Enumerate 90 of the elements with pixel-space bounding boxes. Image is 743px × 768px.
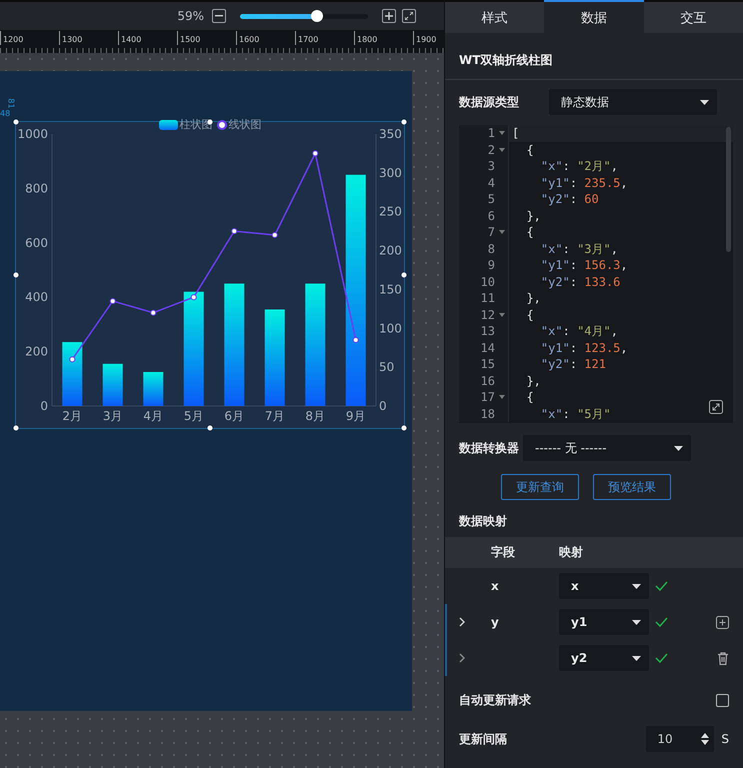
ruler-label: 1500 bbox=[177, 31, 236, 45]
guide-label: 81 bbox=[6, 98, 16, 109]
code-line: "y1": 123.5, bbox=[540, 340, 628, 356]
ruler-label: 1700 bbox=[295, 31, 354, 45]
axis-tick-label: 800 bbox=[25, 181, 48, 196]
axis-tick-label: 0 bbox=[40, 399, 48, 413]
action-button[interactable]: 预览结果 bbox=[593, 474, 671, 500]
code-line: }, bbox=[525, 208, 541, 224]
field-label: 数据转换器 bbox=[459, 440, 519, 456]
axis-tick-label: 150 bbox=[379, 282, 402, 296]
line-number: 4 bbox=[488, 174, 495, 191]
code-line: "y2": 133.6 bbox=[540, 274, 620, 290]
field-name: y bbox=[491, 615, 499, 629]
mapping-select[interactable]: y2 bbox=[559, 645, 649, 671]
line-number: 13 bbox=[480, 323, 495, 340]
line-number: 16 bbox=[480, 372, 495, 389]
code-line: "y1": 235.5, bbox=[540, 174, 628, 191]
ruler-label: 1600 bbox=[236, 31, 295, 45]
code-line: { bbox=[525, 389, 534, 406]
column-header: 字段 bbox=[491, 544, 515, 561]
line-number: 7 bbox=[488, 224, 495, 240]
converter-select[interactable]: ------ 无 ------ bbox=[523, 435, 691, 461]
line-number: 15 bbox=[480, 356, 495, 372]
panel-tab[interactable]: 交互 bbox=[644, 0, 743, 33]
code-line: { bbox=[525, 142, 534, 158]
axis-tick-label: 6月 bbox=[224, 409, 244, 423]
line-number: 3 bbox=[488, 158, 495, 174]
code-line: [ bbox=[511, 125, 520, 142]
code-line: "y1": 156.3, bbox=[540, 257, 628, 274]
ruler-label: 1200 bbox=[0, 31, 59, 45]
line-number: 1 bbox=[488, 125, 495, 142]
interval-field[interactable]: 10 bbox=[646, 726, 714, 752]
axis-tick-label: 300 bbox=[379, 166, 402, 180]
field-label: 更新间隔 bbox=[459, 730, 507, 748]
guide-label: 48 bbox=[0, 109, 10, 118]
axis-tick-label: 0 bbox=[379, 399, 387, 413]
code-line: "x": "3月", bbox=[540, 240, 618, 257]
axis-tick-label: 600 bbox=[25, 236, 48, 250]
code-line: }, bbox=[525, 290, 541, 306]
mapping-select[interactable]: y1 bbox=[559, 609, 649, 635]
axis-tick-label: 1000 bbox=[17, 127, 48, 141]
field-name: x bbox=[491, 579, 499, 593]
unit-label: S bbox=[721, 732, 729, 746]
axis-tick-label: 50 bbox=[379, 360, 394, 374]
axis-tick-label: 100 bbox=[379, 321, 402, 336]
axis-tick-label: 7月 bbox=[264, 409, 285, 423]
section-title: 数据映射 bbox=[459, 513, 507, 530]
action-button[interactable]: 更新查询 bbox=[501, 474, 579, 500]
line-number: 6 bbox=[488, 208, 495, 224]
axis-tick-label: 2月 bbox=[62, 409, 82, 423]
line-number: 18 bbox=[480, 406, 495, 422]
line-number: 8 bbox=[488, 240, 495, 257]
code-line: "y2": 60 bbox=[540, 191, 599, 208]
axis-tick-label: 200 bbox=[25, 344, 48, 359]
mapping-select[interactable]: x bbox=[559, 573, 649, 599]
panel-tab[interactable]: 样式 bbox=[445, 0, 544, 33]
line-number: 5 bbox=[488, 191, 495, 208]
code-line: "x": "4月", bbox=[540, 323, 618, 340]
ruler-label: 1300 bbox=[59, 31, 118, 45]
code-line: "y2": 121 bbox=[540, 356, 606, 372]
line-number: 9 bbox=[488, 257, 495, 274]
code-line: { bbox=[525, 306, 534, 323]
zoom-percent: 59% bbox=[177, 9, 204, 23]
axis-tick-label: 400 bbox=[25, 290, 48, 304]
code-line: }, bbox=[525, 372, 541, 389]
axis-tick-label: 9月 bbox=[346, 409, 366, 423]
code-line: "x": "5月" bbox=[540, 406, 611, 422]
component-title: WT双轴折线柱图 bbox=[445, 33, 743, 80]
source-type-select[interactable]: 静态数据 bbox=[549, 89, 717, 115]
line-number: 11 bbox=[480, 290, 495, 306]
line-number: 12 bbox=[480, 306, 495, 323]
line-number: 10 bbox=[480, 274, 495, 290]
axis-tick-label: 3月 bbox=[102, 409, 123, 423]
column-header: 映射 bbox=[559, 544, 583, 561]
axis-tick-label: 5月 bbox=[184, 409, 204, 423]
code-line: { bbox=[525, 224, 534, 240]
line-number: 14 bbox=[480, 340, 495, 356]
line-number: 2 bbox=[488, 142, 495, 158]
code-line: "x": "2月", bbox=[540, 158, 618, 174]
axis-tick-label: 350 bbox=[379, 127, 402, 141]
axis-tick-label: 200 bbox=[379, 244, 402, 258]
axis-tick-label: 250 bbox=[379, 204, 402, 219]
field-label: 自动更新请求 bbox=[459, 692, 531, 708]
line-number: 17 bbox=[480, 389, 495, 406]
ruler-label: 1400 bbox=[118, 31, 177, 45]
ruler-label: 1800 bbox=[354, 31, 413, 45]
field-label: 数据源类型 bbox=[459, 94, 519, 110]
axis-tick-label: 8月 bbox=[305, 409, 326, 423]
axis-tick-label: 4月 bbox=[143, 409, 164, 423]
code-editor[interactable]: 1 [ 2 { 3 "x": "2月", 4 "y1": 235.5, 5 "y2": 60 6 }, 7 { 8 "x": "3月", 9 "y1": 156.3, 10 "y2": 133.6 11 }, 12 { 13 "x": "4月", 14 "y1": 123.5, 15 "y2": 121 16 }, 17 { 18 "x": "5月" bbox=[459, 125, 733, 423]
